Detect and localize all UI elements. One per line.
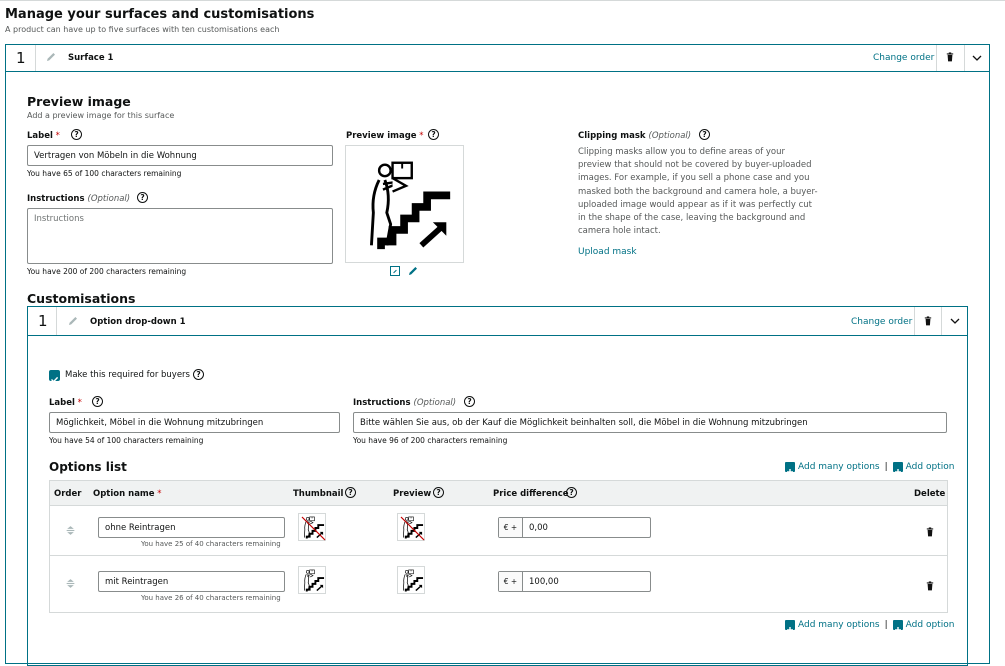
crossed-out-mark: [400, 516, 425, 541]
help-icon[interactable]: ?: [137, 192, 148, 203]
option-label-field-label: Label *: [49, 398, 82, 408]
add-box-icon[interactable]: [892, 620, 903, 633]
add-many-options-link[interactable]: Add many options: [798, 620, 880, 630]
trash-icon[interactable]: [926, 581, 934, 591]
preview-image-frame[interactable]: [345, 145, 464, 263]
customisations-title: Customisations: [27, 291, 136, 306]
help-icon[interactable]: ?: [433, 487, 444, 498]
separator: |: [884, 462, 888, 472]
help-icon[interactable]: ?: [464, 396, 475, 407]
option-name-char-count: You have 25 of 40 characters remaining: [141, 540, 281, 548]
surface-number: 1: [16, 49, 26, 67]
pencil-icon[interactable]: [67, 315, 79, 327]
clipping-mask-label: Clipping mask (Optional): [578, 131, 692, 141]
instructions-char-count: You have 200 of 200 characters remaining: [27, 267, 187, 276]
divider: [914, 307, 915, 335]
trash-icon[interactable]: [926, 527, 934, 537]
column-price-difference: Price difference: [493, 489, 569, 499]
page-subtitle: A product can have up to five surfaces w…: [5, 25, 280, 34]
option-preview[interactable]: [397, 513, 425, 541]
change-order-link[interactable]: Change order: [873, 53, 934, 63]
column-preview: Preview: [393, 489, 432, 499]
help-icon[interactable]: ?: [71, 129, 82, 140]
page-title: Manage your surfaces and customisations: [5, 7, 315, 22]
options-actions-top: Add many options | Add option: [785, 462, 955, 475]
help-icon[interactable]: ?: [566, 487, 577, 498]
trash-icon[interactable]: [924, 316, 932, 326]
add-box-icon[interactable]: [785, 462, 795, 475]
drag-handle-icon[interactable]: [65, 578, 76, 589]
clipping-mask-description: Clipping masks allow you to define areas…: [578, 147, 818, 237]
help-icon[interactable]: ?: [193, 369, 204, 380]
crossed-out-mark: [301, 516, 326, 541]
instructions-field-label: Instructions (Optional): [27, 194, 131, 204]
option-thumbnail[interactable]: [298, 566, 326, 594]
add-many-options-link[interactable]: Add many options: [798, 462, 880, 472]
divider: [964, 45, 965, 71]
option-instructions-input[interactable]: Bitte wählen Sie aus, ob der Kauf die Mö…: [353, 412, 947, 433]
pencil-icon[interactable]: [45, 51, 57, 63]
option-instructions-char-count: You have 96 of 200 characters remaining: [353, 436, 508, 445]
currency-prefix: € +: [499, 518, 523, 537]
separator: |: [884, 620, 888, 630]
price-value: 100,00: [529, 576, 559, 587]
expand-icon[interactable]: [390, 266, 400, 276]
add-option-link[interactable]: Add option: [906, 462, 955, 472]
drag-handle-icon[interactable]: [65, 525, 76, 536]
option-name-input[interactable]: mit Reintragen: [98, 571, 285, 592]
trash-icon[interactable]: [946, 52, 954, 62]
surface-name: Surface 1: [68, 53, 114, 63]
add-option-link[interactable]: Add option: [906, 620, 955, 630]
mover-stairs-icon: [301, 568, 325, 593]
divider: [941, 307, 942, 335]
label-char-count: You have 65 of 100 characters remaining: [27, 169, 182, 178]
option-label-input[interactable]: Möglichkeit, Möbel in die Wohnung mitzub…: [49, 412, 340, 433]
help-icon[interactable]: ?: [345, 487, 356, 498]
add-box-icon[interactable]: [892, 462, 903, 475]
column-order: Order: [54, 489, 82, 499]
chevron-down-icon[interactable]: [950, 318, 960, 324]
instructions-textarea[interactable]: Instructions: [27, 208, 333, 264]
label-field-label: Label *: [27, 131, 60, 141]
change-order-link[interactable]: Change order: [851, 317, 912, 327]
mover-stairs-icon: [400, 568, 424, 593]
customisation-name: Option drop-down 1: [90, 317, 186, 327]
option-instructions-field-label: Instructions (Optional): [353, 398, 457, 408]
help-icon[interactable]: ?: [699, 129, 710, 140]
option-preview[interactable]: [397, 566, 425, 594]
customisation-number: 1: [38, 312, 48, 330]
price-difference-input[interactable]: € + 100,00: [498, 571, 651, 592]
top-divider: [0, 0, 1005, 1]
option-name-input[interactable]: ohne Reintragen: [98, 517, 285, 538]
help-icon[interactable]: ?: [428, 129, 439, 140]
surface-header: [5, 44, 990, 72]
divider: [35, 45, 36, 71]
currency-prefix: € +: [499, 572, 523, 591]
options-list-title: Options list: [49, 460, 127, 474]
option-label-char-count: You have 54 of 100 characters remaining: [49, 436, 204, 445]
upload-mask-link[interactable]: Upload mask: [578, 247, 637, 257]
checkbox-checked-icon[interactable]: [49, 370, 60, 383]
help-icon[interactable]: ?: [92, 396, 103, 407]
price-difference-input[interactable]: € + 0,00: [498, 517, 651, 538]
price-value: 0,00: [529, 522, 548, 533]
edit-icon[interactable]: [407, 265, 419, 277]
preview-section-title: Preview image: [27, 94, 131, 109]
add-box-icon[interactable]: [785, 620, 795, 633]
preview-section-subtitle: Add a preview image for this surface: [27, 111, 175, 120]
divider: [56, 307, 57, 335]
chevron-down-icon[interactable]: [972, 55, 982, 61]
column-thumbnail: Thumbnail: [293, 489, 344, 499]
column-delete: Delete: [914, 489, 946, 499]
preview-image-label: Preview image *: [346, 131, 424, 141]
divider: [936, 45, 937, 71]
option-thumbnail[interactable]: [298, 513, 326, 541]
column-option-name: Option name *: [93, 489, 162, 499]
required-checkbox-label: Make this required for buyers: [65, 370, 190, 380]
surface-label-input[interactable]: Vertragen von Möbeln in die Wohnung: [27, 145, 333, 166]
mover-stairs-icon: [358, 152, 454, 258]
options-actions-bottom: Add many options | Add option: [785, 620, 955, 633]
option-name-char-count: You have 26 of 40 characters remaining: [141, 594, 281, 602]
